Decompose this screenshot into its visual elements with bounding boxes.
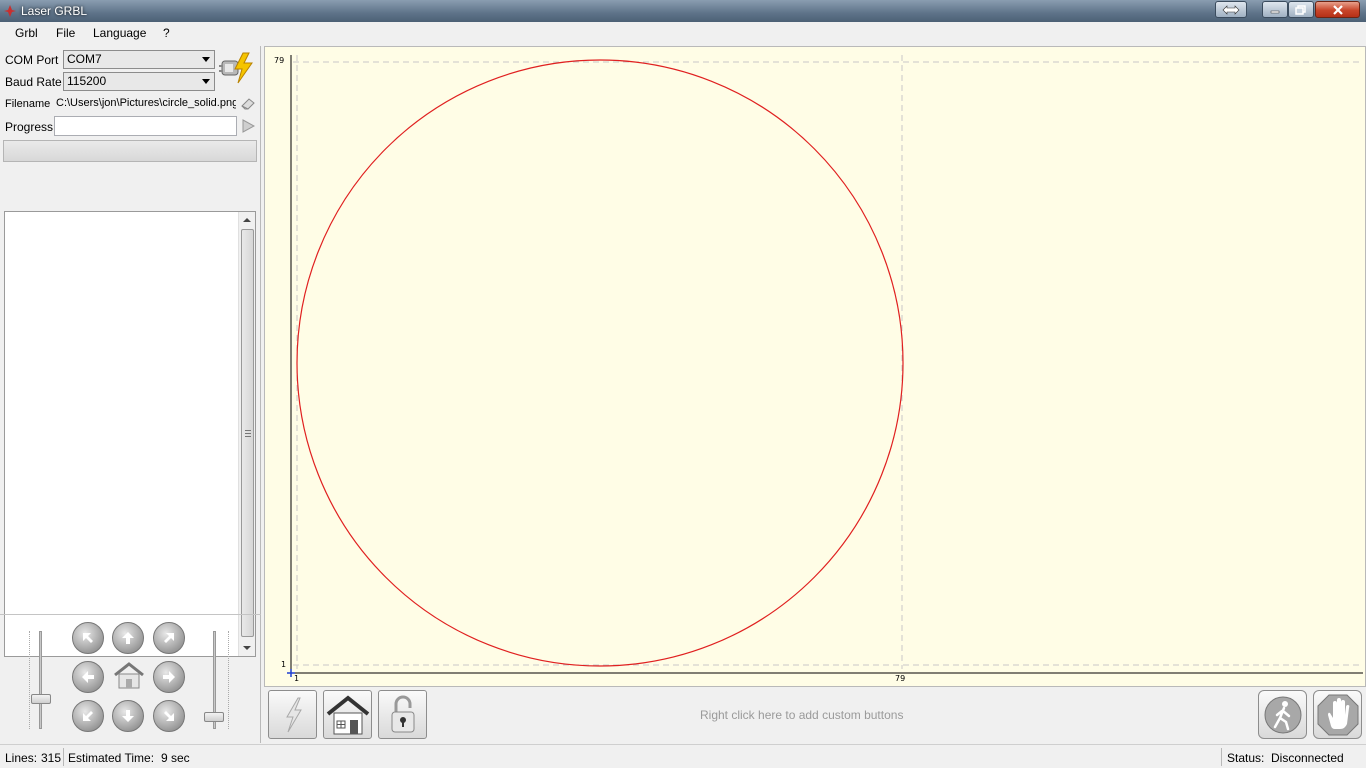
jog-left-button[interactable] <box>72 661 104 693</box>
y-max-label: 79 <box>274 56 285 65</box>
x-min-label: 1 <box>294 674 300 683</box>
jog-right-button[interactable] <box>153 661 185 693</box>
filename-label: Filename <box>5 98 51 110</box>
walk-button[interactable] <box>1258 690 1307 739</box>
x-max-label: 79 <box>895 674 906 683</box>
maximize-button[interactable] <box>1288 1 1314 18</box>
y-min-label: 1 <box>281 660 287 669</box>
reset-grbl-icon <box>285 697 302 732</box>
estimated-time-value: 9 sec <box>161 751 190 765</box>
control-panel: COM Port COM7 Baud Rate 115200 Filename … <box>0 46 261 743</box>
status-label: Status: <box>1227 751 1265 765</box>
arrow-up-icon <box>122 632 134 644</box>
filename-value: C:\Users\jon\Pictures\circle_solid.png <box>56 97 236 109</box>
jog-down-left-button[interactable] <box>72 700 104 732</box>
window-title: Laser GRBL <box>21 4 88 18</box>
homing-button[interactable] <box>323 690 372 739</box>
arrow-up-right-icon <box>164 633 174 643</box>
jog-down-right-button[interactable] <box>153 700 185 732</box>
minimize-icon <box>1270 10 1280 13</box>
com-port-select[interactable]: COM7 <box>63 50 215 69</box>
status-bar: Lines: 315 Estimated Time: 9 sec Status:… <box>0 744 1366 768</box>
chevron-down-icon <box>202 57 210 62</box>
step-slider-thumb[interactable] <box>204 712 224 722</box>
run-icon[interactable] <box>241 119 255 133</box>
jog-up-right-button[interactable] <box>153 622 185 654</box>
stop-button[interactable] <box>1313 690 1362 739</box>
clear-file-icon[interactable] <box>240 96 256 110</box>
unlock-icon <box>391 695 414 732</box>
scrollbar[interactable] <box>238 212 255 656</box>
speed-slider-thumb[interactable] <box>31 694 51 704</box>
arrow-up-left-icon <box>83 633 93 643</box>
unlock-button[interactable] <box>378 690 427 739</box>
speed-slider-track[interactable] <box>39 631 42 729</box>
lines-value: 315 <box>41 751 62 765</box>
restore-arrows-button[interactable] <box>1215 1 1247 18</box>
menu-language[interactable]: Language <box>93 26 146 40</box>
close-icon <box>1332 4 1343 15</box>
stop-hand-icon <box>1317 694 1358 735</box>
console-log[interactable] <box>4 211 256 657</box>
arrow-right-icon <box>163 671 175 683</box>
arrow-down-icon <box>122 710 134 722</box>
baud-rate-label: Baud Rate <box>5 75 62 89</box>
lines-label: Lines: <box>5 751 38 765</box>
com-port-value: COM7 <box>67 52 102 66</box>
close-button[interactable] <box>1315 1 1360 18</box>
walk-icon <box>1264 696 1301 733</box>
custom-buttons-hint[interactable]: Right click here to add custom buttons <box>700 708 903 722</box>
scroll-thumb[interactable] <box>241 229 254 637</box>
menu-bar: Grbl File Language ? <box>0 22 1366 44</box>
arrow-down-right-icon <box>164 711 174 721</box>
resize-arrows-icon <box>1222 4 1240 15</box>
connect-icon[interactable] <box>219 51 257 85</box>
scroll-down-icon[interactable] <box>243 645 251 651</box>
scroll-up-icon[interactable] <box>243 217 251 223</box>
circle-path <box>296 59 904 667</box>
preview-plot <box>287 55 1363 677</box>
chevron-down-icon <box>202 79 210 84</box>
progress-field <box>54 116 237 136</box>
home-icon[interactable] <box>112 661 146 691</box>
arrow-down-left-icon <box>83 711 93 721</box>
baud-rate-value: 115200 <box>67 74 107 88</box>
title-bar: Laser GRBL <box>0 0 1366 22</box>
menu-grbl[interactable]: Grbl <box>15 26 38 40</box>
maximize-icon <box>1295 4 1306 15</box>
jog-up-button[interactable] <box>112 622 144 654</box>
minimize-button[interactable] <box>1262 1 1288 18</box>
arrow-left-icon <box>82 671 94 683</box>
status-value: Disconnected <box>1271 751 1344 765</box>
app-icon <box>4 5 16 17</box>
menu-help[interactable]: ? <box>163 26 170 40</box>
estimated-time-label: Estimated Time: <box>68 751 155 765</box>
preview-canvas[interactable]: 79 1 1 79 <box>264 46 1366 687</box>
command-input[interactable] <box>3 140 257 162</box>
homing-icon <box>326 694 369 734</box>
menu-file[interactable]: File <box>56 26 75 40</box>
com-port-label: COM Port <box>5 53 59 67</box>
reset-grbl-button[interactable] <box>268 690 317 739</box>
progress-label: Progress <box>5 120 54 134</box>
jog-down-button[interactable] <box>112 700 144 732</box>
baud-rate-select[interactable]: 115200 <box>63 72 215 91</box>
jog-up-left-button[interactable] <box>72 622 104 654</box>
